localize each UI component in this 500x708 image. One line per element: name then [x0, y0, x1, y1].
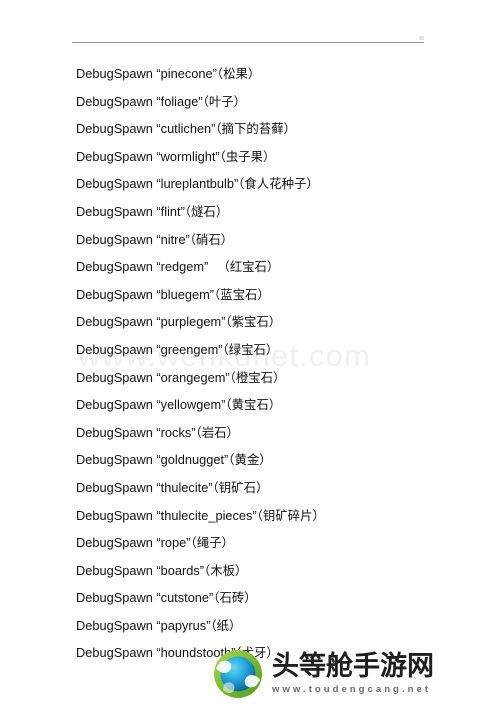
command-line: DebugSpawn “goldnugget”（黄金） — [76, 446, 496, 474]
command-translation: （燧石） — [184, 203, 229, 219]
command-translation: （木板） — [204, 562, 248, 578]
command-entity-id: “redgem” — [156, 259, 209, 275]
command-prefix: DebugSpawn — [76, 590, 157, 606]
command-entity-id: “rocks” — [156, 424, 196, 440]
command-translation: （摘下的苔藓） — [215, 121, 296, 137]
command-translation: （黄金） — [228, 452, 272, 468]
command-prefix: DebugSpawn — [76, 341, 157, 357]
command-line: DebugSpawn “orangegem”（橙宝石） — [76, 364, 496, 392]
command-line: DebugSpawn “pinecone”（松果） — [76, 60, 496, 88]
command-prefix: DebugSpawn — [76, 617, 157, 633]
command-entity-id: “goldnugget” — [156, 452, 229, 468]
command-translation: （钥矿碎片） — [256, 507, 325, 523]
command-line: DebugSpawn “redgem” （红宝石） — [76, 253, 496, 281]
command-prefix: DebugSpawn — [76, 121, 157, 137]
command-line: DebugSpawn “nitre”（硝石） — [76, 226, 496, 254]
command-line: DebugSpawn “yellowgem”（黄宝石） — [76, 391, 496, 419]
command-translation: （岩石） — [195, 424, 239, 440]
command-entity-id: “greengem” — [156, 341, 223, 357]
command-entity-id: “thulecite” — [156, 479, 213, 495]
command-prefix: DebugSpawn — [76, 424, 157, 440]
command-prefix: DebugSpawn — [76, 452, 157, 468]
command-translation: （虫子果） — [219, 148, 276, 164]
command-translation: （黄宝石） — [225, 397, 282, 413]
command-prefix: DebugSpawn — [76, 66, 157, 81]
command-line: DebugSpawn “cutlichen”（摘下的苔藓） — [76, 115, 496, 143]
command-translation: （钥矿石） — [212, 479, 269, 495]
brand-title: 头等舱手游网 — [272, 650, 434, 682]
command-prefix: DebugSpawn — [76, 259, 157, 275]
command-translation: （红宝石） — [217, 259, 280, 275]
command-prefix: DebugSpawn — [76, 562, 157, 578]
command-translation: （石砖） — [213, 590, 257, 606]
command-line: DebugSpawn “wormlight”（虫子果） — [76, 143, 496, 171]
command-entity-id: “foliage” — [156, 93, 203, 109]
command-entity-id: “purplegem” — [156, 314, 226, 330]
document-page: www.wenkunet.com DebugSpawn “pinecone”（松… — [0, 0, 500, 708]
command-prefix: DebugSpawn — [76, 148, 157, 164]
command-translation: （紫宝石） — [225, 314, 282, 330]
brand-text-block: 头等舱手游网 www.toudengcang.net — [272, 653, 434, 696]
command-translation: （绿宝石） — [222, 341, 279, 357]
command-entity-id: “rope” — [156, 535, 191, 551]
command-entity-id: “pinecone” — [156, 66, 217, 81]
command-translation: （纸） — [210, 617, 242, 633]
command-line: DebugSpawn “rope”（绳子） — [76, 529, 496, 557]
command-prefix: DebugSpawn — [76, 645, 157, 661]
command-entity-id: “bluegem” — [156, 286, 215, 302]
command-entity-id: “cutstone” — [156, 590, 214, 606]
command-line: DebugSpawn “greengem”（绿宝石） — [76, 336, 496, 364]
command-prefix: DebugSpawn — [76, 479, 157, 495]
command-entity-id: “cutlichen” — [156, 121, 216, 137]
command-translation: （硝石） — [189, 231, 234, 247]
command-entity-id: “orangegem” — [156, 369, 230, 385]
site-brand-logo: 头等舱手游网 www.toudengcang.net — [212, 644, 500, 704]
command-translation: （叶子） — [202, 93, 247, 109]
command-prefix: DebugSpawn — [76, 535, 157, 551]
command-line: DebugSpawn “rocks”（岩石） — [76, 419, 496, 447]
command-line: DebugSpawn “lureplantbulb”（食人花种子） — [76, 170, 496, 198]
command-entity-id: “nitre” — [156, 231, 190, 247]
command-line: DebugSpawn “foliage”（叶子） — [76, 88, 496, 116]
command-line: DebugSpawn “thulecite_pieces”（钥矿碎片） — [76, 502, 496, 530]
rule-end-mark-icon — [419, 36, 424, 40]
command-line: DebugSpawn “thulecite”（钥矿石） — [76, 474, 496, 502]
command-prefix: DebugSpawn — [76, 314, 157, 330]
command-prefix: DebugSpawn — [76, 397, 157, 413]
command-prefix: DebugSpawn — [76, 231, 157, 247]
command-entity-id: “boards” — [156, 562, 205, 578]
top-divider — [72, 36, 424, 44]
command-entity-id: “yellowgem” — [156, 397, 226, 413]
brand-url: www.toudengcang.net — [272, 684, 431, 696]
command-list: DebugSpawn “pinecone”（松果） DebugSpawn “fol… — [76, 60, 496, 667]
command-prefix: DebugSpawn — [76, 507, 157, 523]
command-translation: （食人花种子） — [238, 176, 319, 192]
command-translation: （橙宝石） — [229, 369, 286, 385]
command-line: DebugSpawn “papyrus”（纸） — [76, 612, 496, 640]
command-line: DebugSpawn “bluegem”（蓝宝石） — [76, 281, 496, 309]
command-entity-id: “wormlight” — [156, 148, 220, 164]
command-line: DebugSpawn “boards”（木板） — [76, 557, 496, 585]
command-prefix: DebugSpawn — [76, 176, 157, 192]
command-prefix: DebugSpawn — [76, 203, 157, 219]
command-line: DebugSpawn “purplegem”（紫宝石） — [76, 308, 496, 336]
horizontal-rule — [72, 42, 424, 43]
command-translation: （蓝宝石） — [214, 286, 270, 302]
command-entity-id: “papyrus” — [156, 617, 211, 633]
command-line: DebugSpawn “cutstone”（石砖） — [76, 584, 496, 612]
command-prefix: DebugSpawn — [76, 286, 157, 302]
command-prefix: DebugSpawn — [76, 93, 157, 109]
command-prefix: DebugSpawn — [76, 369, 157, 385]
command-translation: （松果） — [216, 66, 261, 81]
command-entity-id: “lureplantbulb” — [156, 176, 239, 192]
command-line: DebugSpawn “flint”（燧石） — [76, 198, 496, 226]
command-entity-id: “flint” — [156, 203, 185, 219]
command-translation: （绳子） — [190, 535, 234, 551]
command-entity-id: “thulecite_pieces” — [156, 507, 257, 523]
globe-icon — [212, 648, 264, 700]
